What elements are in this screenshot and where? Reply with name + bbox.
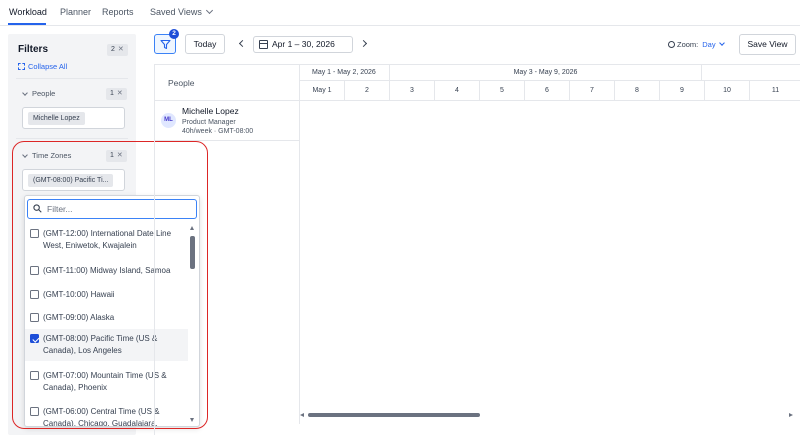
filters-count: 2 <box>111 46 115 53</box>
filter-icon <box>160 39 171 50</box>
schedule-grid: People ML Michelle Lopez Product Manager… <box>154 64 800 435</box>
filters-title: Filters <box>18 44 49 55</box>
person-capacity: 40h/week · GMT-08:00 <box>182 128 254 135</box>
people-count: 1 <box>110 90 114 97</box>
filters-count-chip[interactable]: 2 ✕ <box>107 44 128 56</box>
filter-count-badge: 2 <box>169 29 179 39</box>
day-header: 10 <box>705 81 750 101</box>
week-header: May 1 - May 2, 2026 <box>300 65 390 81</box>
day-header: 6 <box>525 81 570 101</box>
day-header: 2 <box>345 81 390 101</box>
active-tab-indicator <box>8 23 46 25</box>
people-section-label: People <box>32 89 56 98</box>
zoom-value: Day <box>702 40 716 49</box>
clear-icon[interactable]: ✕ <box>117 90 123 97</box>
zoom-label: Zoom: <box>677 40 699 49</box>
today-button[interactable]: Today <box>185 34 225 54</box>
people-selected-chip: Michelle Lopez <box>28 112 85 125</box>
timezones-section-toggle[interactable]: Time Zones <box>22 151 72 160</box>
day-header: 7 <box>570 81 615 101</box>
clear-icon[interactable]: ✕ <box>118 46 124 53</box>
timezone-option-label: (GMT-11:00) Midway Island, Samoa <box>43 266 171 275</box>
checkbox[interactable] <box>30 229 39 238</box>
scroll-left-icon[interactable] <box>300 413 304 417</box>
save-view-button[interactable]: Save View <box>739 34 796 55</box>
zoom-control[interactable]: Zoom: Day <box>668 40 725 49</box>
day-header: May 1 <box>300 81 345 101</box>
day-header: 5 <box>480 81 525 101</box>
date-range-picker[interactable]: Apr 1 – 30, 2026 <box>253 36 353 53</box>
chevron-right-icon[interactable] <box>359 39 368 48</box>
tab-reports[interactable]: Reports <box>102 7 134 17</box>
divider <box>16 138 128 139</box>
timezones-count: 1 <box>110 152 114 159</box>
checkbox[interactable] <box>30 266 39 275</box>
tab-workload[interactable]: Workload <box>9 7 47 17</box>
top-nav: Workload Planner Reports Saved Views <box>0 0 800 26</box>
person-row[interactable]: ML Michelle Lopez Product Manager 40h/we… <box>155 101 300 141</box>
avatar: ML <box>161 113 176 128</box>
timeline-horizontal-scrollbar[interactable] <box>300 412 793 418</box>
timezones-selected-chip: (GMT-08:00) Pacific Ti... <box>28 174 114 187</box>
people-column: People ML Michelle Lopez Product Manager… <box>155 65 300 424</box>
chevron-down-icon <box>205 6 213 15</box>
checkbox[interactable] <box>30 407 39 416</box>
timezone-option-label: (GMT-09:00) Alaska <box>43 313 115 322</box>
day-header: 3 <box>390 81 435 101</box>
timezones-count-chip[interactable]: 1 ✕ <box>106 150 127 162</box>
search-icon <box>33 204 42 213</box>
tab-saved-views[interactable]: Saved Views <box>150 6 213 17</box>
timeline: May 1 - May 2, 2026 May 3 - May 9, 2026 … <box>300 65 800 424</box>
scrollbar-thumb[interactable] <box>308 413 480 417</box>
timezones-select[interactable]: (GMT-08:00) Pacific Ti... <box>22 169 125 191</box>
saved-views-label: Saved Views <box>150 7 202 17</box>
people-section-toggle[interactable]: People <box>22 89 56 98</box>
chevron-down-icon <box>22 90 28 96</box>
checkbox[interactable] <box>30 290 39 299</box>
week-header <box>702 65 800 81</box>
day-header: 4 <box>435 81 480 101</box>
day-header: 11 <box>750 81 800 101</box>
timezone-option-label: (GMT-12:00) International Date Line West… <box>43 229 172 250</box>
scroll-right-icon[interactable] <box>789 413 793 417</box>
checkbox[interactable] <box>30 313 39 322</box>
clear-icon[interactable]: ✕ <box>117 152 123 159</box>
chevron-left-icon[interactable] <box>238 39 247 48</box>
timezone-option-label: (GMT-10:00) Hawaii <box>43 290 115 299</box>
timezone-option-label: (GMT-08:00) Pacific Time (US & Canada), … <box>43 334 158 355</box>
collapse-all-link[interactable]: Collapse All <box>18 62 67 71</box>
chevron-down-icon <box>718 40 725 46</box>
checkbox-checked[interactable] <box>30 334 39 343</box>
timezone-option-label: (GMT-06:00) Central Time (US & Canada), … <box>43 407 160 427</box>
people-column-header: People <box>155 65 300 101</box>
people-select[interactable]: Michelle Lopez <box>22 107 125 129</box>
day-header: 9 <box>660 81 705 101</box>
timezone-option-label: (GMT-07:00) Mountain Time (US & Canada),… <box>43 371 167 392</box>
checkbox[interactable] <box>30 371 39 380</box>
timezones-section-label: Time Zones <box>32 151 72 160</box>
day-header: 8 <box>615 81 660 101</box>
calendar-icon <box>259 40 268 49</box>
chevron-down-icon <box>22 152 28 158</box>
collapse-all-label: Collapse All <box>28 62 68 71</box>
collapse-icon <box>18 63 25 70</box>
people-header-label: People <box>168 78 195 88</box>
date-range-label: Apr 1 – 30, 2026 <box>272 39 335 49</box>
person-role: Product Manager <box>182 119 236 126</box>
person-name: Michelle Lopez <box>182 106 239 116</box>
people-count-chip[interactable]: 1 ✕ <box>106 88 127 100</box>
week-header: May 3 - May 9, 2026 <box>390 65 702 81</box>
tab-planner[interactable]: Planner <box>60 7 91 17</box>
zoom-icon <box>668 41 675 48</box>
divider <box>16 78 128 79</box>
